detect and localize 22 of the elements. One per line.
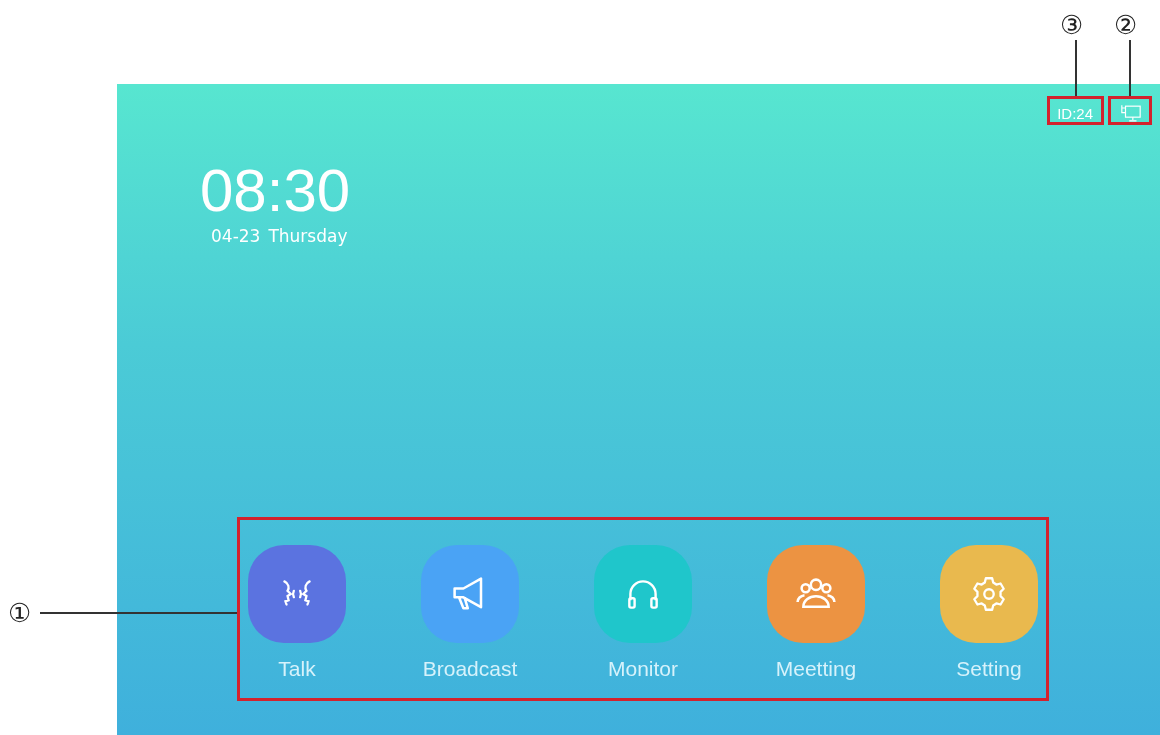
app-label: Broadcast [422, 657, 518, 681]
callout-number: ③ [1060, 10, 1084, 40]
monitor-app-button[interactable] [594, 545, 692, 643]
setting-app-button[interactable] [940, 545, 1038, 643]
clock-time: 08:30 [200, 160, 352, 222]
callout-number: ② [1114, 10, 1138, 40]
weekday-text: Thursday [268, 226, 348, 246]
device-id: ID:24 [1057, 104, 1093, 122]
highlight-frame [1108, 96, 1152, 125]
app-label: Setting [956, 657, 1022, 681]
leader-line [1129, 40, 1131, 96]
leader-line [1075, 40, 1077, 96]
app-label: Monitor [608, 657, 678, 681]
broadcast-app-button[interactable] [421, 545, 519, 643]
talk-app-button[interactable] [248, 545, 346, 643]
app-label: Talk [278, 657, 316, 681]
app-label: Meetting [775, 657, 857, 681]
network-icon [1120, 103, 1142, 123]
callout-number: ① [8, 598, 32, 628]
date-text: 04-23 [211, 226, 261, 246]
highlight-frame [1047, 96, 1104, 125]
meeting-app-button[interactable] [767, 545, 865, 643]
